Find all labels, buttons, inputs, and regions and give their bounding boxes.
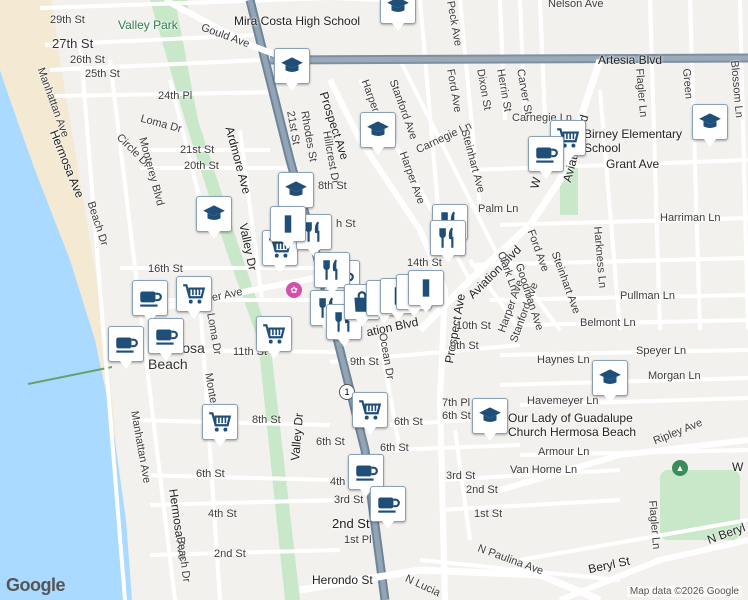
grocery-marker-icon[interactable] xyxy=(352,392,388,435)
label-valley-park: Valley Park xyxy=(118,18,178,32)
label-palm-ln: Palm Ln xyxy=(478,203,519,215)
grocery-marker-icon[interactable] xyxy=(176,276,212,319)
google-logo: Google xyxy=(6,575,66,595)
park-tree-icon[interactable]: ▲ xyxy=(672,460,688,476)
label-2nd-st-a: 2nd St xyxy=(332,516,370,531)
label-5th-st: 6th St xyxy=(380,442,409,454)
label-10th-st: 10th St xyxy=(456,320,491,332)
label-mira-costa: Mira Costa High School xyxy=(234,14,361,28)
label-h-st: h St xyxy=(336,218,356,230)
label-herondo-st: Herondo St xyxy=(312,573,373,587)
label-25th-st: 25th St xyxy=(85,68,120,80)
label-9th-st-a: 9th St xyxy=(350,356,379,368)
label-4th-st-b: 4th xyxy=(330,476,346,488)
cafe-marker-icon[interactable] xyxy=(528,136,564,179)
grocery-marker-icon[interactable] xyxy=(256,316,292,359)
label-6th-st-d: 6th St xyxy=(196,468,225,480)
label-morgan-ln: Morgan Ln xyxy=(648,370,701,382)
label-14th-st: 14th St xyxy=(407,257,442,269)
cafe-marker-icon[interactable] xyxy=(148,318,184,361)
label-1st-st: 1st St xyxy=(474,508,503,520)
school-marker-icon[interactable] xyxy=(472,398,508,441)
cafe-marker-icon[interactable] xyxy=(348,454,384,497)
school-marker-icon[interactable] xyxy=(196,196,232,239)
label-6th-st-c: 6th St xyxy=(316,436,345,448)
restaurant-marker-icon[interactable] xyxy=(430,220,466,263)
label-26th-st: 26th St xyxy=(70,54,105,66)
label-16th-st: 16th St xyxy=(148,263,183,275)
label-3rd-st-a: 3rd St xyxy=(334,494,364,506)
restaurant-marker-icon[interactable] xyxy=(314,252,350,295)
label-birney: Birney Elementary School xyxy=(584,127,683,155)
label-7th-pl: 7th Pl xyxy=(442,397,471,409)
label-21st-st-b: 21st St xyxy=(180,144,215,156)
label-29th-st: 29th St xyxy=(50,14,85,26)
civic-poi-icon[interactable]: ✿ xyxy=(286,282,302,298)
label-havemeyer-ln: Havemeyer Ln xyxy=(527,395,599,407)
label-grant-ave: Grant Ave xyxy=(606,157,660,171)
label-6th-st-a: 6th St xyxy=(442,410,471,422)
label-20th-st: 20th St xyxy=(184,160,219,172)
school-marker-icon[interactable] xyxy=(274,48,310,91)
map-attribution: Map data ©2026 Google xyxy=(626,586,742,597)
cafe-marker-icon[interactable] xyxy=(132,280,168,323)
grocery-marker-icon[interactable] xyxy=(202,404,238,447)
label-w: W xyxy=(732,460,744,474)
label-nelson-ave: Nelson Ave xyxy=(548,0,604,10)
school-marker-icon[interactable] xyxy=(360,112,396,155)
school-marker-icon[interactable] xyxy=(692,104,728,147)
label-harriman-ln: Harriman Ln xyxy=(660,212,721,224)
label-3rd-st-b: 3rd St xyxy=(446,470,476,482)
label-2nd-st-c: 2nd St xyxy=(214,548,246,560)
label-armour-ln: Armour Ln xyxy=(538,446,590,458)
label-8th-st: 8th St xyxy=(252,414,281,426)
label-pullman-ln: Pullman Ln xyxy=(620,290,676,302)
label-belmont-ln: Belmont Ln xyxy=(580,317,636,329)
label-van-horne-ln: Van Horne Ln xyxy=(510,464,578,476)
cafe-marker-icon[interactable] xyxy=(370,486,406,529)
label-green: Green xyxy=(680,68,695,100)
school-marker-icon[interactable] xyxy=(380,0,416,31)
label-haynes-ln: Haynes Ln xyxy=(537,354,590,366)
map-canvas[interactable]: 29th St 27th St 26th St 25th St 24th Pl … xyxy=(0,0,748,600)
place-marker-icon[interactable] xyxy=(270,206,306,249)
label-2nd-st-b: 2nd St xyxy=(466,484,498,496)
label-6th-st-b: 6th St xyxy=(394,416,423,428)
label-4th-st-a: 4th St xyxy=(208,508,237,520)
label-8th-st-top: 8th St xyxy=(318,180,347,192)
label-27th-st: 27th St xyxy=(52,36,94,51)
school-marker-icon[interactable] xyxy=(278,172,314,215)
label-1st-pl: 1st Pl xyxy=(344,534,372,546)
label-9th-st-b: 9th St xyxy=(450,340,479,352)
cafe-marker-icon[interactable] xyxy=(108,326,144,369)
school-marker-icon[interactable] xyxy=(592,360,628,403)
label-speyer-ln: Speyer Ln xyxy=(636,345,687,357)
label-guadalupe: Our Lady of Guadalupe Church Hermosa Bea… xyxy=(508,411,637,439)
place-marker-icon[interactable] xyxy=(408,270,444,313)
label-artesia-blvd: Artesia Blvd xyxy=(598,53,663,67)
label-24th-pl: 24th Pl xyxy=(158,90,193,102)
